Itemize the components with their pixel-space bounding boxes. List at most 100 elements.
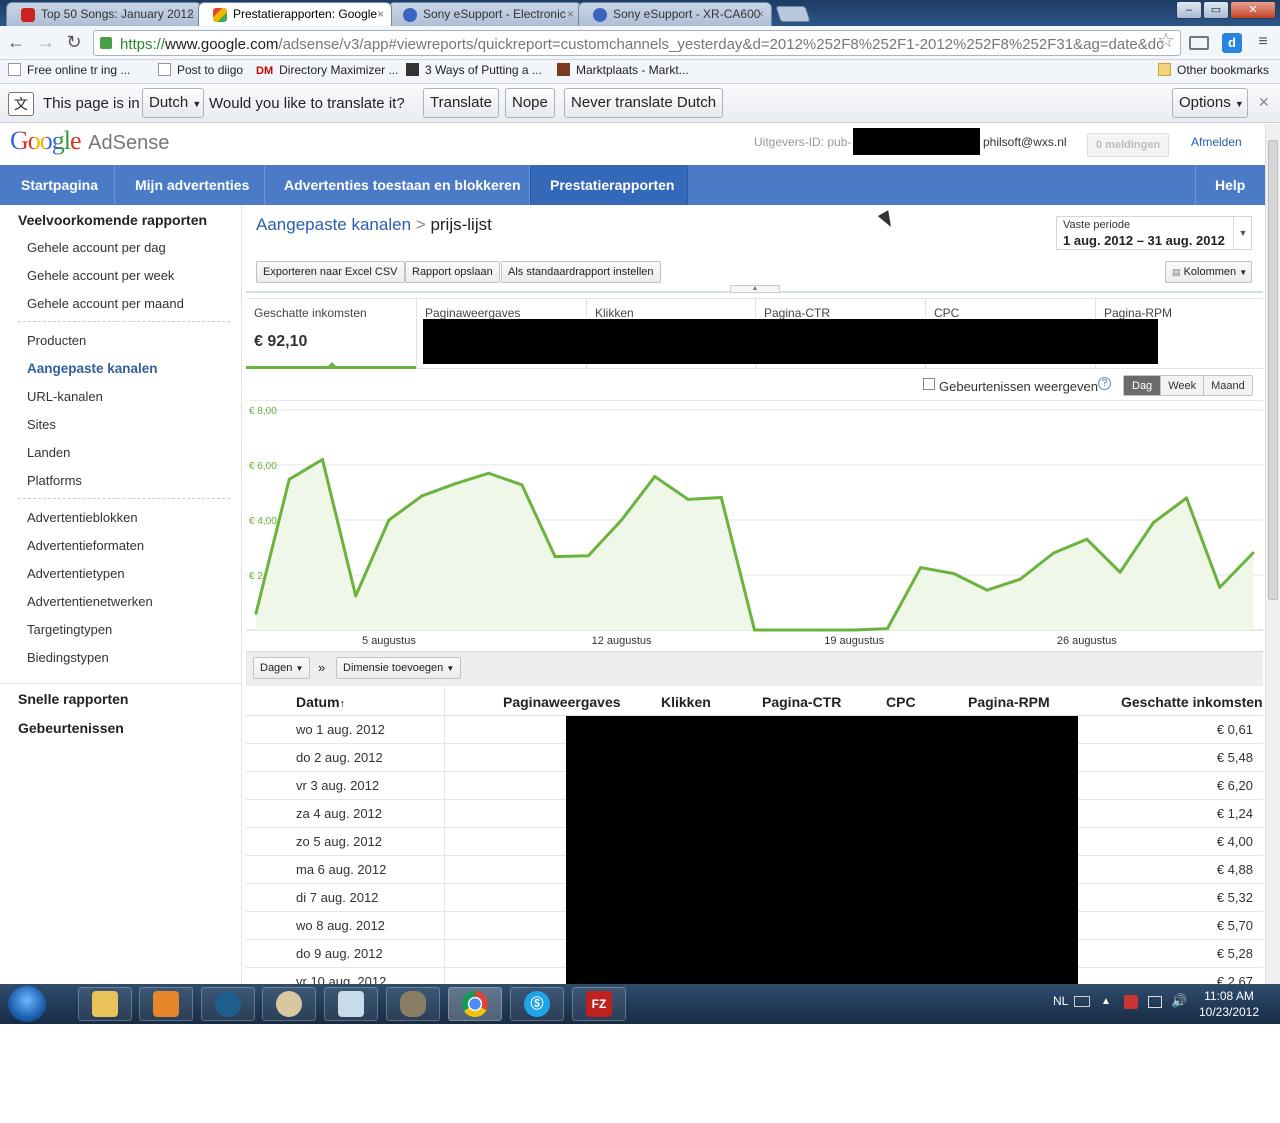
taskbar-gimp[interactable] (386, 987, 440, 1021)
new-tab-button[interactable] (775, 6, 811, 22)
close-icon[interactable]: × (567, 7, 574, 21)
add-dimension-select[interactable]: Dimensie toevoegen ▼ (336, 657, 462, 679)
clock-time[interactable]: 11:08 AM (1196, 989, 1262, 1003)
taskbar-window[interactable] (324, 987, 378, 1021)
language-select[interactable]: Dutch ▼ (142, 88, 204, 118)
back-icon[interactable]: ← (6, 33, 26, 53)
nav-startpagina[interactable]: Startpagina (0, 165, 115, 205)
chevron-down-icon[interactable]: ▼ (1233, 217, 1252, 249)
nav-prestatierapporten[interactable]: Prestatierapporten (530, 165, 688, 205)
granularity-day[interactable]: Dag (1124, 376, 1161, 395)
quick-reports-heading[interactable]: Snelle rapporten (18, 691, 128, 707)
sidebar-item-ad-types[interactable]: Advertentietypen (27, 566, 125, 581)
bookmark-item[interactable]: Post to diigo (158, 63, 243, 77)
export-csv-button[interactable]: Exporteren naar Excel CSV (256, 261, 405, 283)
show-hidden-icons-icon[interactable]: ▲ (1101, 996, 1111, 1007)
nope-button[interactable]: Nope (505, 88, 555, 118)
sidebar-item-account-month[interactable]: Gehele account per maand (27, 296, 184, 311)
nav-advertenties-toestaan[interactable]: Advertenties toestaan en blokkeren (265, 165, 530, 205)
events-heading[interactable]: Gebeurtenissen (18, 720, 124, 736)
bookmark-item[interactable]: DM Directory Maximizer ... (256, 63, 398, 77)
column-header-date[interactable]: Datum↑ (296, 694, 345, 710)
dashlane-icon[interactable]: d (1222, 33, 1242, 53)
taskbar-media-player[interactable] (139, 987, 193, 1021)
close-window-button[interactable]: ✕ (1230, 1, 1276, 19)
columns-button[interactable]: ▤ Kolommen ▼ (1165, 261, 1252, 283)
common-reports-heading[interactable]: Veelvoorkomende rapporten (18, 212, 207, 228)
notifications-button[interactable]: 0 meldingen (1087, 133, 1170, 157)
scrollbar-thumb[interactable] (1268, 140, 1278, 600)
sidebar-item-bid-types[interactable]: Biedingstypen (27, 650, 109, 665)
logout-link[interactable]: Afmelden (1191, 135, 1242, 149)
volume-icon[interactable]: 🔊 (1171, 993, 1187, 1009)
menu-icon[interactable]: ≡ (1253, 33, 1273, 53)
nav-help[interactable]: Help (1195, 165, 1265, 205)
tab-sony-2[interactable]: Sony eSupport - XR-CA600 × (578, 2, 772, 26)
page-scrollbar[interactable] (1265, 124, 1280, 984)
taskbar-explorer[interactable] (78, 987, 132, 1021)
breadcrumb-link[interactable]: Aangepaste kanalen (256, 215, 411, 234)
address-bar[interactable]: https://www.google.com/adsense/v3/app#vi… (93, 30, 1181, 56)
close-icon[interactable]: × (187, 7, 194, 21)
help-icon[interactable]: ? (1098, 377, 1111, 390)
sidebar-item-custom-channels[interactable]: Aangepaste kanalen (27, 361, 158, 376)
column-header-pageviews[interactable]: Paginaweergaves (503, 694, 621, 710)
bookmark-item[interactable]: Marktplaats - Markt... (557, 63, 689, 77)
sidebar-item-url-channels[interactable]: URL-kanalen (27, 389, 103, 404)
sidebar-item-platforms[interactable]: Platforms (27, 473, 82, 488)
clock-date[interactable]: 10/23/2012 (1196, 1005, 1262, 1019)
granularity-week[interactable]: Week (1160, 376, 1204, 395)
granularity-month[interactable]: Maand (1203, 376, 1252, 395)
taskbar-filezilla[interactable]: FZ (572, 987, 626, 1021)
options-button[interactable]: Options ▼ (1172, 88, 1248, 118)
network-icon[interactable] (1148, 996, 1162, 1008)
sidebar-item-ad-units[interactable]: Advertentieblokken (27, 510, 138, 525)
sidebar-item-ad-formats[interactable]: Advertentieformaten (27, 538, 144, 553)
language-indicator[interactable]: NL (1053, 994, 1068, 1008)
taskbar-app[interactable] (201, 987, 255, 1021)
nav-mijn-advertenties[interactable]: Mijn advertenties (115, 165, 265, 205)
close-icon[interactable]: ✕ (1258, 94, 1270, 111)
close-icon[interactable]: × (377, 7, 384, 21)
action-center-icon[interactable] (1124, 995, 1138, 1009)
sidebar-item-account-week[interactable]: Gehele account per week (27, 268, 174, 283)
taskbar-chrome[interactable] (448, 987, 502, 1021)
sidebar-item-countries[interactable]: Landen (27, 445, 70, 460)
minimize-button[interactable]: – (1176, 1, 1202, 19)
other-bookmarks[interactable]: Other bookmarks (1158, 63, 1269, 77)
adsense-logo[interactable]: Google AdSense (10, 126, 169, 156)
bookmark-item[interactable]: Free online tr ing ... (8, 63, 130, 77)
column-header-cpc[interactable]: CPC (886, 694, 916, 710)
dimension-days-select[interactable]: Dagen ▼ (253, 657, 311, 679)
tab-adsense[interactable]: Prestatierapporten: Google × (198, 2, 392, 26)
close-icon[interactable]: × (757, 7, 764, 21)
metric-earnings[interactable]: Geschatte inkomsten € 92,10 (246, 299, 416, 369)
column-header-rpm[interactable]: Pagina-RPM (968, 694, 1050, 710)
sidebar-item-sites[interactable]: Sites (27, 417, 56, 432)
maximize-button[interactable]: ▭ (1203, 1, 1229, 19)
tab-top50[interactable]: Top 50 Songs: January 2012 × (6, 2, 202, 26)
bookmark-item[interactable]: 3 Ways of Putting a ... (406, 63, 542, 77)
tab-sony-1[interactable]: Sony eSupport - Electronic × (388, 2, 582, 26)
keyboard-icon[interactable] (1074, 996, 1090, 1007)
set-default-report-button[interactable]: Als standaardrapport instellen (501, 261, 661, 283)
forward-icon[interactable]: → (36, 33, 56, 53)
show-events-checkbox[interactable] (923, 378, 935, 390)
extension-icon[interactable] (1189, 36, 1209, 50)
save-report-button[interactable]: Rapport opslaan (405, 261, 500, 283)
taskbar-skype[interactable]: Ⓢ (510, 987, 564, 1021)
sidebar-item-targeting-types[interactable]: Targetingtypen (27, 622, 112, 637)
start-button[interactable] (8, 986, 46, 1022)
column-header-ctr[interactable]: Pagina-CTR (762, 694, 841, 710)
sidebar-item-account-day[interactable]: Gehele account per dag (27, 240, 166, 255)
date-range-picker[interactable]: Vaste periode 1 aug. 2012 – 31 aug. 2012… (1056, 216, 1252, 250)
never-translate-button[interactable]: Never translate Dutch (564, 88, 724, 118)
collapse-handle[interactable]: ▲ (730, 285, 780, 293)
sidebar-item-ad-networks[interactable]: Advertentienetwerken (27, 594, 153, 609)
sidebar-item-products[interactable]: Producten (27, 333, 86, 348)
translate-button[interactable]: Translate (423, 88, 499, 118)
column-header-earnings[interactable]: Geschatte inkomsten (1121, 694, 1263, 710)
column-header-clicks[interactable]: Klikken (661, 694, 711, 710)
star-icon[interactable]: ☆ (1156, 31, 1176, 52)
taskbar-paint[interactable] (262, 987, 316, 1021)
